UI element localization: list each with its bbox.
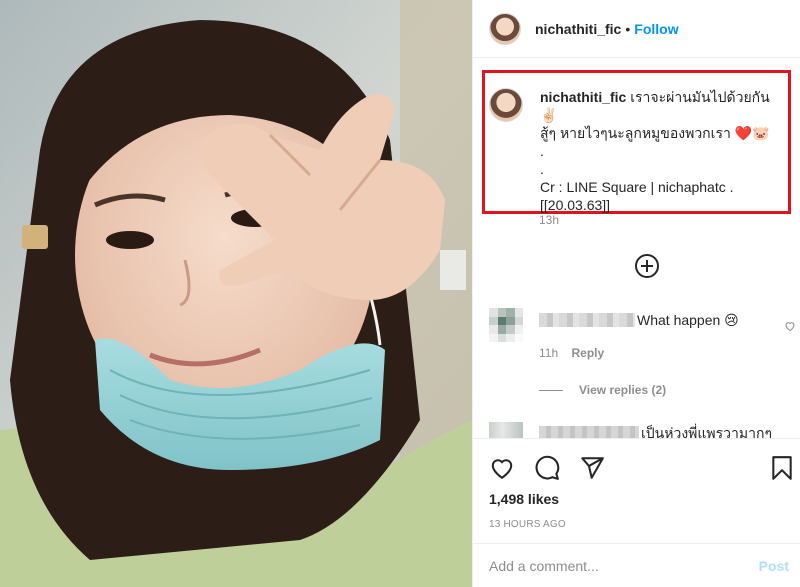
- load-more-comments-icon[interactable]: [635, 254, 659, 278]
- post-photo[interactable]: [0, 0, 472, 587]
- add-comment-bar: Post: [473, 543, 800, 587]
- add-comment-input[interactable]: [489, 558, 739, 574]
- comment-icon[interactable]: [534, 455, 560, 481]
- reply-button[interactable]: Reply: [571, 346, 604, 360]
- header-separator: •: [625, 20, 631, 37]
- caption-username[interactable]: nichathiti_fic: [540, 89, 626, 105]
- likes-count[interactable]: 1,498 likes: [489, 491, 559, 507]
- post-side-panel: nichathiti_fic • Follow nichathiti_fic เ…: [472, 0, 800, 587]
- post-caption: nichathiti_fic เราจะผ่านมันไปด้วยกัน ✌🏻 …: [489, 88, 789, 214]
- comment-text: What happen 😢: [637, 312, 739, 328]
- commenter-username-blurred[interactable]: [539, 426, 639, 438]
- share-icon[interactable]: [579, 455, 605, 481]
- commenter-avatar[interactable]: [489, 308, 523, 342]
- caption-line: .: [540, 161, 544, 177]
- post-timestamp: 13 HOURS AGO: [489, 519, 566, 530]
- caption-text: nichathiti_fic เราจะผ่านมันไปด้วยกัน ✌🏻 …: [540, 88, 789, 214]
- caption-line: สู้ๆ หายไวๆนะลูกหมูของพวกเรา ❤️🐷: [540, 125, 770, 141]
- comment-meta: 11h Reply: [539, 346, 604, 360]
- commenter-username-blurred[interactable]: [539, 313, 635, 327]
- author-avatar[interactable]: [489, 12, 521, 45]
- commenter-avatar[interactable]: [489, 422, 523, 438]
- comment-item: เป็นห่วงพี่แพรวามากๆ: [489, 420, 789, 438]
- caption-line: .: [540, 143, 544, 159]
- comment-text: เป็นห่วงพี่แพรวามากๆ: [641, 425, 772, 438]
- post-comment-button[interactable]: Post: [759, 558, 789, 574]
- author-username[interactable]: nichathiti_fic: [535, 21, 621, 37]
- view-replies-label: View replies (2): [579, 383, 667, 397]
- heart-icon[interactable]: [489, 455, 515, 481]
- post-header: nichathiti_fic • Follow: [473, 0, 800, 58]
- view-replies-button[interactable]: View replies (2): [539, 383, 666, 397]
- comment-time: 11h: [539, 346, 559, 360]
- follow-button[interactable]: Follow: [634, 21, 678, 37]
- selfie-image: [0, 0, 472, 587]
- bookmark-icon[interactable]: [769, 455, 795, 481]
- caption-time: 13h: [539, 213, 560, 227]
- caption-line: [[20.03.63]]: [540, 197, 611, 213]
- caption-avatar[interactable]: [489, 88, 523, 122]
- caption-line: Cr : LINE Square | nichaphatc .: [540, 179, 734, 195]
- like-comment-icon[interactable]: [784, 320, 796, 332]
- action-bar: [473, 438, 800, 494]
